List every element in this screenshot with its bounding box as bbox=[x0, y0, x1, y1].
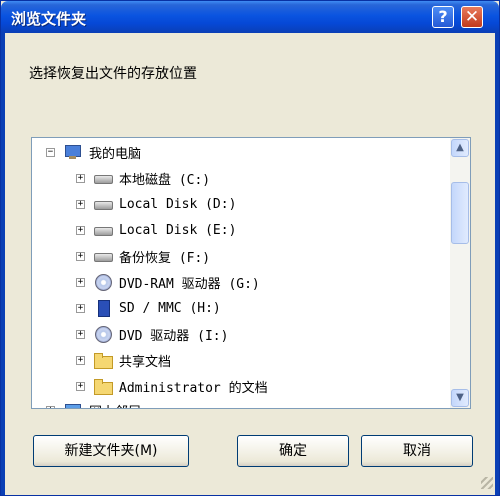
tree-item-drive-e[interactable]: + Local Disk (E:) bbox=[76, 218, 236, 242]
folder-icon bbox=[93, 378, 113, 395]
cd-icon bbox=[93, 274, 113, 291]
window-title: 浏览文件夹 bbox=[11, 10, 87, 28]
tree-item-label: Local Disk (E:) bbox=[119, 222, 237, 238]
scroll-down-button[interactable]: ▼ bbox=[451, 389, 469, 407]
expand-toggle[interactable]: + bbox=[76, 173, 85, 183]
tree-item-drive-f[interactable]: + 备份恢复 (F:) bbox=[76, 244, 210, 268]
disk-icon bbox=[93, 196, 113, 212]
tree-item-drive-d[interactable]: + Local Disk (D:) bbox=[76, 192, 236, 216]
tree-item-label: DVD-RAM 驱动器 (G:) bbox=[119, 276, 260, 292]
expand-toggle[interactable]: + bbox=[76, 199, 85, 209]
browse-folder-dialog: 浏览文件夹 ? ✕ 选择恢复出文件的存放位置 − 我的电脑 + 本地磁盘 (C:… bbox=[0, 0, 500, 496]
expand-toggle[interactable]: + bbox=[76, 329, 85, 339]
computer-icon bbox=[63, 144, 83, 160]
window-frame-left bbox=[1, 33, 5, 495]
expand-toggle[interactable]: + bbox=[76, 225, 85, 235]
tree-item-label: 共享文档 bbox=[119, 354, 172, 370]
tree-item-label: Local Disk (D:) bbox=[119, 196, 237, 212]
expand-toggle[interactable]: + bbox=[76, 381, 85, 391]
tree-item-network-places[interactable]: + 网上邻居 bbox=[46, 398, 141, 409]
expand-toggle[interactable]: + bbox=[76, 277, 85, 287]
dialog-prompt: 选择恢复出文件的存放位置 bbox=[29, 66, 197, 82]
tree-item-admin-documents[interactable]: + Administrator 的文档 bbox=[76, 374, 268, 398]
tree-item-label: 本地磁盘 (C:) bbox=[119, 172, 211, 188]
folder-tree[interactable]: − 我的电脑 + 本地磁盘 (C:) + Local Disk (D:) + L… bbox=[31, 137, 471, 409]
collapse-toggle[interactable]: − bbox=[46, 147, 55, 157]
expand-toggle[interactable]: + bbox=[46, 405, 55, 408]
vertical-scrollbar[interactable]: ▲ ▼ bbox=[450, 138, 470, 408]
window-frame-right bbox=[495, 33, 499, 495]
tree-item-my-computer[interactable]: − 我的电脑 bbox=[46, 140, 142, 164]
scroll-up-button[interactable]: ▲ bbox=[451, 139, 469, 157]
expand-toggle[interactable]: + bbox=[76, 251, 85, 261]
help-button[interactable]: ? bbox=[432, 6, 454, 28]
scroll-thumb[interactable] bbox=[451, 182, 469, 244]
network-icon bbox=[63, 402, 83, 408]
tree-item-label: 我的电脑 bbox=[89, 142, 142, 162]
disk-icon bbox=[93, 170, 113, 186]
tree-item-label: DVD 驱动器 (I:) bbox=[119, 328, 229, 344]
tree-item-drive-h[interactable]: + SD / MMC (H:) bbox=[76, 296, 221, 320]
cd-icon bbox=[93, 326, 113, 343]
tree-item-drive-i[interactable]: + DVD 驱动器 (I:) bbox=[76, 322, 228, 346]
tree-item-label: SD / MMC (H:) bbox=[119, 300, 221, 316]
ok-button[interactable]: 确定 bbox=[237, 435, 349, 467]
expand-toggle[interactable]: + bbox=[76, 303, 85, 313]
close-button[interactable]: ✕ bbox=[461, 6, 483, 28]
tree-item-shared-documents[interactable]: + 共享文档 bbox=[76, 348, 171, 372]
folder-icon bbox=[93, 352, 113, 369]
resize-grip[interactable] bbox=[481, 477, 493, 489]
disk-icon bbox=[93, 222, 113, 238]
expand-toggle[interactable]: + bbox=[76, 355, 85, 365]
sd-card-icon bbox=[93, 300, 113, 317]
tree-item-drive-g[interactable]: + DVD-RAM 驱动器 (G:) bbox=[76, 270, 260, 294]
disk-icon bbox=[93, 248, 113, 264]
tree-item-label: Administrator 的文档 bbox=[119, 380, 268, 396]
tree-item-label: 网上邻居 bbox=[89, 401, 141, 409]
cancel-button[interactable]: 取消 bbox=[361, 435, 473, 467]
tree-item-drive-c[interactable]: + 本地磁盘 (C:) bbox=[76, 166, 210, 190]
title-bar[interactable]: 浏览文件夹 ? ✕ bbox=[1, 1, 499, 33]
new-folder-button[interactable]: 新建文件夹(M) bbox=[33, 435, 189, 467]
tree-item-label: 备份恢复 (F:) bbox=[119, 250, 211, 266]
